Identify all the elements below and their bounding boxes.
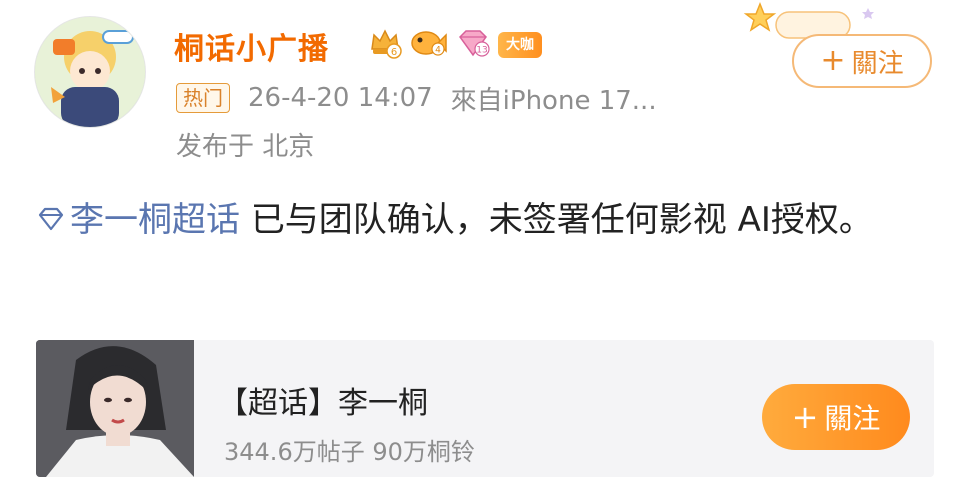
topic-link[interactable]: 李一桐超话 xyxy=(36,200,251,240)
username[interactable]: 桐话小广播 xyxy=(174,24,329,68)
fish-badge-level: 4 xyxy=(435,46,441,56)
post-timestamp: 26-4-20 14:07 xyxy=(248,83,433,113)
crown-badge-level: 6 xyxy=(391,47,397,58)
card-title: 【超话】李一桐 xyxy=(218,386,428,421)
fish-badge-icon[interactable]: 4 xyxy=(408,27,448,63)
vip-badge[interactable]: 大咖 xyxy=(498,32,542,58)
crown-badge-icon[interactable]: 6 xyxy=(368,27,402,63)
follow-button-label: 關注 xyxy=(851,48,904,79)
post-meta: 热门 26-4-20 14:07 來自iPhone 17... xyxy=(176,82,657,116)
card-stats: 344.6万帖子 90万桐铃 xyxy=(224,438,475,466)
plus-icon: + xyxy=(820,43,846,78)
follow-button[interactable]: + 關注 xyxy=(792,34,932,88)
diamond-badge-icon[interactable]: 13 xyxy=(454,27,492,63)
post-location: 发布于 北京 xyxy=(176,132,315,162)
portrait-image xyxy=(36,340,194,477)
plus-icon: + xyxy=(791,398,819,436)
avatar[interactable] xyxy=(34,16,146,128)
topic-link-label: 李一桐超话 xyxy=(70,200,240,240)
hot-tag[interactable]: 热门 xyxy=(176,83,230,113)
avatar-illustration-icon xyxy=(35,17,145,127)
diamond-badge-level: 13 xyxy=(476,46,487,56)
post-source: 來自iPhone 17... xyxy=(450,85,657,116)
post-body: 李一桐超话 已与团队确认，未签署任何影视 AI授权。 xyxy=(36,192,936,248)
post-text: 已与团队确认，未签署任何影视 AI授权。 xyxy=(250,200,873,240)
follow-topic-button[interactable]: + 關注 xyxy=(762,384,910,450)
user-badges: 6 4 13 大咖 xyxy=(368,28,542,62)
diamond-topic-icon xyxy=(38,207,64,231)
follow-topic-button-label: 關注 xyxy=(824,402,881,435)
